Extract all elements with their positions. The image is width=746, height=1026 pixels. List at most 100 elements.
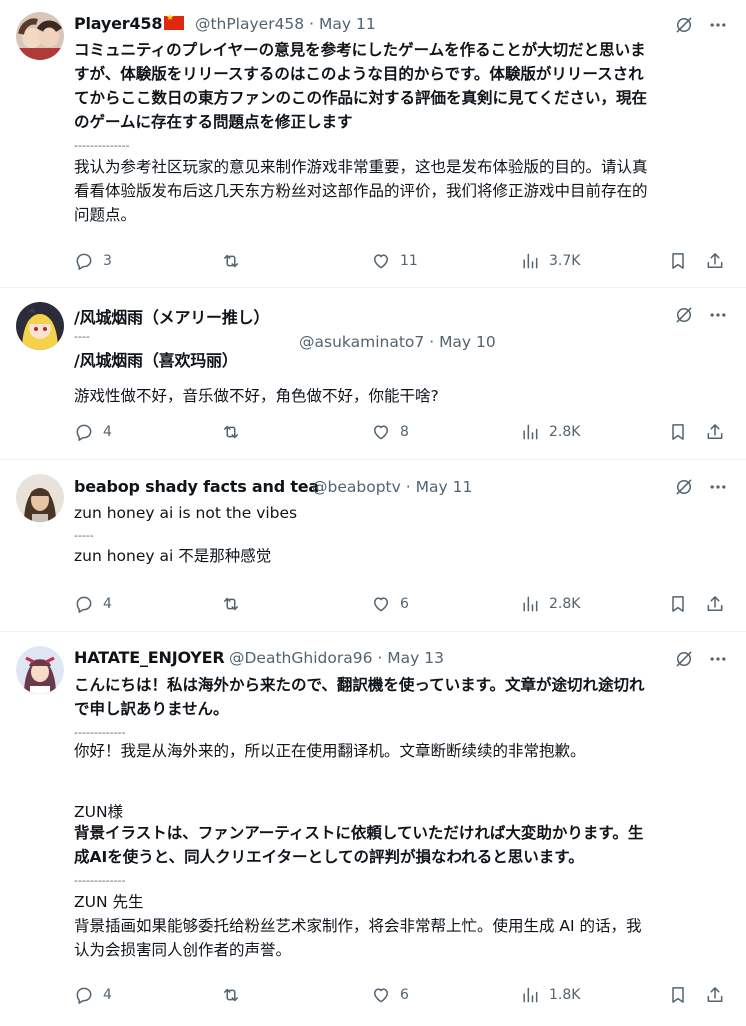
retweet-button[interactable] xyxy=(221,422,241,442)
reply-count: 3 xyxy=(103,253,112,269)
view-count: 3.7K xyxy=(549,253,581,269)
author-handle[interactable]: @beaboptv xyxy=(312,478,401,496)
share-button[interactable] xyxy=(705,422,725,442)
retweet-button[interactable] xyxy=(221,594,241,614)
retweet-button[interactable] xyxy=(221,985,241,1005)
share-button[interactable] xyxy=(705,594,725,614)
avatar[interactable] xyxy=(16,302,64,350)
like-button[interactable]: 11 xyxy=(371,251,418,271)
retweet-icon xyxy=(221,251,241,271)
tweet-text: こんにちは！私は海外から来たので、翻訳機を使っています。文章が途切れ途切れ で申… xyxy=(74,676,645,718)
share-icon xyxy=(705,985,725,1005)
tweet[interactable]: Player458 @thPlayer458 · May 11 コミュニティのプ… xyxy=(0,0,746,288)
like-button[interactable]: 8 xyxy=(371,422,409,442)
reply-button[interactable]: 3 xyxy=(74,251,112,271)
retweet-icon xyxy=(221,594,241,614)
bookmark-icon xyxy=(668,251,688,271)
views-icon xyxy=(520,251,540,271)
translation-separator-2: ------------- xyxy=(74,874,126,887)
share-button[interactable] xyxy=(705,985,725,1005)
author-handle[interactable]: @asukaminato7 xyxy=(299,333,424,351)
avatar[interactable] xyxy=(16,646,64,694)
tweet-text: コミュニティのプレイヤーの意見を参考にしたゲームを作ることが大切だと思いま すが… xyxy=(74,41,648,131)
tweet-actions: 4 8 2.8K xyxy=(74,422,734,446)
like-button[interactable]: 6 xyxy=(371,985,409,1005)
views-button[interactable]: 2.8K xyxy=(520,422,580,442)
avatar[interactable] xyxy=(16,12,64,60)
views-icon xyxy=(520,594,540,614)
tweet-text: zun honey ai is not the vibes xyxy=(74,504,298,522)
author-name[interactable]: Player458 xyxy=(74,14,162,33)
more-icon[interactable] xyxy=(708,305,728,325)
retweet-icon xyxy=(221,422,241,442)
views-icon xyxy=(520,985,540,1005)
like-icon xyxy=(371,251,391,271)
author-handle[interactable]: @DeathGhidora96 xyxy=(229,649,372,667)
grok-icon[interactable] xyxy=(674,477,694,497)
tweet-date[interactable]: May 13 xyxy=(387,649,444,667)
author-meta: @DeathGhidora96 · May 13 xyxy=(229,649,444,667)
views-button[interactable]: 1.8K xyxy=(520,985,580,1005)
tweet-actions: 4 6 1.8K xyxy=(74,985,734,1009)
author-name[interactable]: HATATE_ENJOYER xyxy=(74,648,225,667)
greeting-zh: ZUN 先生 xyxy=(74,893,144,911)
retweet-button[interactable] xyxy=(221,251,241,271)
china-flag-icon xyxy=(164,13,184,30)
meta-dot: · xyxy=(309,15,315,33)
view-count: 1.8K xyxy=(549,987,581,1003)
reply-button[interactable]: 4 xyxy=(74,985,112,1005)
reply-button[interactable]: 4 xyxy=(74,422,112,442)
share-icon xyxy=(705,251,725,271)
tweet[interactable]: HATATE_ENJOYER @DeathGhidora96 · May 13 … xyxy=(0,632,746,1026)
avatar[interactable] xyxy=(16,474,64,522)
views-button[interactable]: 2.8K xyxy=(520,594,580,614)
author-meta: @thPlayer458 · May 11 xyxy=(160,13,376,33)
more-icon[interactable] xyxy=(708,649,728,669)
more-icon[interactable] xyxy=(708,15,728,35)
share-icon xyxy=(705,594,725,614)
like-count: 11 xyxy=(400,253,418,269)
tweet[interactable]: beabop shady facts and tea @beaboptv · M… xyxy=(0,460,746,632)
grok-icon[interactable] xyxy=(674,15,694,35)
view-count: 2.8K xyxy=(549,424,581,440)
view-count: 2.8K xyxy=(549,596,581,612)
author-name[interactable]: /风城烟雨（メアリー推し） xyxy=(74,304,269,328)
views-icon xyxy=(520,422,540,442)
bookmark-button[interactable] xyxy=(668,594,688,614)
retweet-icon xyxy=(221,985,241,1005)
body-ja: 背景イラストは、ファンアーティストに依頼していただければ大変助かります。生 成A… xyxy=(74,824,644,866)
bookmark-button[interactable] xyxy=(668,985,688,1005)
author-handle[interactable]: @thPlayer458 xyxy=(195,15,304,33)
tweet-header-actions xyxy=(674,305,728,325)
like-count: 6 xyxy=(400,596,409,612)
tweet-date[interactable]: May 11 xyxy=(319,15,376,33)
grok-icon[interactable] xyxy=(674,305,694,325)
like-count: 6 xyxy=(400,987,409,1003)
grok-icon[interactable] xyxy=(674,649,694,669)
translation-text: 你好！我是从海外来的，所以正在使用翻译机。文章断断续续的非常抱歉。 xyxy=(74,742,586,760)
more-icon[interactable] xyxy=(708,477,728,497)
tweet-date[interactable]: May 10 xyxy=(439,333,496,351)
bookmark-button[interactable] xyxy=(668,422,688,442)
author-name[interactable]: beabop shady facts and tea xyxy=(74,477,319,496)
like-button[interactable]: 6 xyxy=(371,594,409,614)
body-zh: 背景插画如果能够委托给粉丝艺术家制作，将会非常帮上忙。使用生成 AI 的话，我 … xyxy=(74,917,642,959)
bookmark-icon xyxy=(668,594,688,614)
tweet-header-actions xyxy=(674,477,728,497)
share-button[interactable] xyxy=(705,251,725,271)
reply-button[interactable]: 4 xyxy=(74,594,112,614)
tweet[interactable]: /风城烟雨（メアリー推し） ---- /风城烟雨（喜欢玛丽） @asukamin… xyxy=(0,288,746,460)
bookmark-button[interactable] xyxy=(668,251,688,271)
share-icon xyxy=(705,422,725,442)
views-button[interactable]: 3.7K xyxy=(520,251,580,271)
reply-icon xyxy=(74,422,94,442)
meta-dot: · xyxy=(377,649,383,667)
meta-dot: · xyxy=(405,478,411,496)
name-translation-separator: ---- xyxy=(74,330,90,343)
translation-separator: -------------- xyxy=(74,139,130,152)
tweet-date[interactable]: May 11 xyxy=(416,478,473,496)
tweet-text: 游戏性做不好，音乐做不好，角色做不好，你能干啥? xyxy=(74,387,439,405)
tweet-actions: 3 11 3.7K xyxy=(74,251,734,275)
meta-dot: · xyxy=(429,333,435,351)
author-name-translation: /风城烟雨（喜欢玛丽） xyxy=(74,351,238,370)
